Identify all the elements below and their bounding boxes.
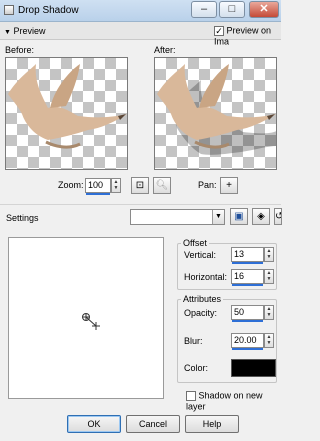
shadow-color-swatch[interactable] [231,359,276,377]
ok-button[interactable]: OK [67,415,121,433]
opacity-input[interactable]: 50 [231,305,264,320]
after-preview[interactable] [154,57,277,170]
before-preview[interactable] [5,57,128,170]
offset-group-title: Offset [181,238,209,248]
stepper-down-icon: ▼ [266,254,272,260]
stepper-down-icon: ▼ [266,312,272,318]
vertical-stepper[interactable]: ▲ ▼ [264,247,274,262]
checkbox-box [186,390,196,401]
blur-slider-bar[interactable] [232,348,263,350]
opacity-slider-bar[interactable] [232,320,263,322]
blur-stepper[interactable]: ▲ ▼ [264,333,274,348]
horizontal-stepper[interactable]: ▲ ▼ [264,269,274,284]
vertical-label: Vertical: [184,250,217,260]
window-title: Drop Shadow [18,5,79,16]
zoom-actual-button[interactable]: 🔍︎ [153,177,171,194]
offset-vector [82,313,100,330]
color-label: Color: [184,363,209,373]
horizontal-label: Horizontal: [184,272,228,282]
stepper-down-icon: ▼ [113,185,119,191]
pan-button[interactable]: + [220,177,238,194]
pan-label: Pan: [198,180,217,190]
close-button[interactable]: ✕ [249,1,279,18]
preset-options-button[interactable]: ◈ [252,208,270,225]
before-label: Before: [5,45,35,55]
magnifier-icon: 🔍︎ [155,180,169,191]
save-disk-icon: ▣ [234,211,244,222]
bird-image [8,64,127,149]
dice-icon: ◈ [257,211,265,222]
horizontal-slider-bar[interactable] [232,284,263,286]
preview-section-bar: ▼ Preview ✓ Preview on Ima [0,22,281,46]
chevron-down-icon: ▼ [4,29,11,36]
opacity-stepper[interactable]: ▲ ▼ [264,305,274,320]
preview-toggle[interactable]: ▼ Preview [4,26,45,36]
preview-toggle-label: Preview [13,26,46,36]
opacity-label: Opacity: [184,308,218,318]
settings-row: Settings ▼ ▣ ◈ ↺ [0,204,282,228]
blur-input[interactable]: 20.00 [231,333,264,348]
zoom-label: Zoom: [58,180,84,190]
save-preset-button[interactable]: ▣ [230,208,248,225]
bird-with-shadow-image [157,64,276,155]
title-bar: Drop Shadow – □ ✕ [0,0,281,22]
after-label: After: [154,45,176,55]
blur-label: Blur: [184,336,203,346]
stepper-down-icon: ▼ [266,340,272,346]
preview-on-image-checkbox[interactable]: ✓ Preview on Ima [214,25,281,46]
reset-button[interactable]: ↺ [274,208,282,225]
cancel-button[interactable]: Cancel [126,415,180,433]
help-button[interactable]: Help [185,415,239,433]
zoom-slider-bar[interactable] [86,193,110,195]
zoom-fit-button[interactable]: ⊡ [131,177,149,194]
shadow-on-new-layer-checkbox[interactable]: Shadow on new layer [186,390,281,411]
fit-window-icon: ⊡ [135,180,145,191]
reset-icon: ↺ [275,211,281,222]
maximize-button[interactable]: □ [219,1,245,18]
checkmark-icon: ✓ [214,25,224,36]
chevron-down-icon: ▼ [212,210,224,224]
zoom-row: Zoom: 100 ▲ ▼ ⊡ 🔍︎ Pan: + [0,176,281,198]
zoom-stepper[interactable]: ▲ ▼ [111,178,121,193]
minimize-button[interactable]: – [191,1,217,18]
offset-drag-area[interactable] [8,237,164,399]
zoom-input[interactable]: 100 [85,178,111,193]
stepper-down-icon: ▼ [266,276,272,282]
attributes-group-title: Attributes [181,294,224,304]
move-cross-icon: + [226,180,232,191]
vertical-slider-bar[interactable] [232,262,263,264]
shadow-on-new-layer-label: Shadow on new layer [186,390,263,412]
settings-label: Settings [6,213,39,223]
preset-dropdown[interactable]: ▼ [130,209,225,225]
vertical-input[interactable]: 13 [231,247,264,262]
app-icon [4,5,14,15]
horizontal-input[interactable]: 16 [231,269,264,284]
